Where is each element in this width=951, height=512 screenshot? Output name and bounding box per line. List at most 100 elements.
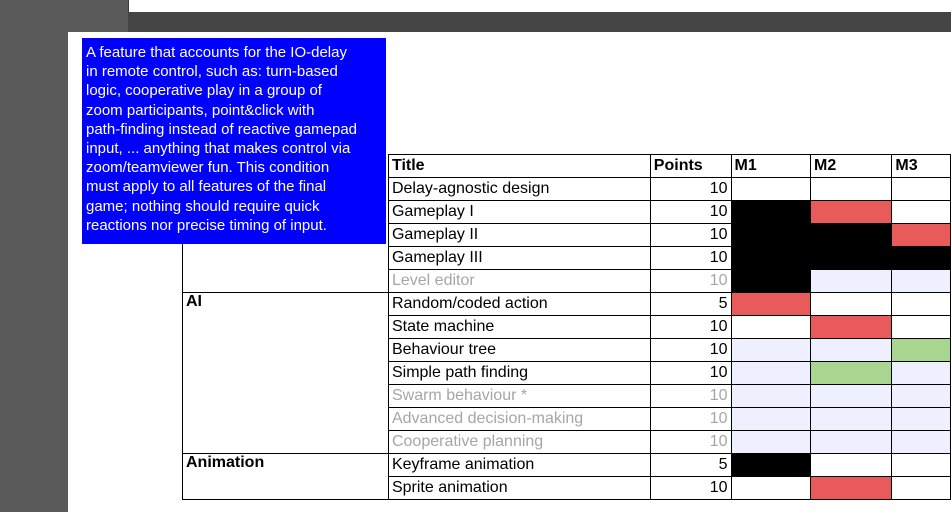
header-m1[interactable]: M1 xyxy=(730,154,812,178)
milestone-1-cell[interactable] xyxy=(730,246,812,270)
points-cell[interactable]: 5 xyxy=(649,292,732,316)
milestone-1-cell[interactable] xyxy=(730,430,812,454)
category-cell[interactable] xyxy=(182,384,389,408)
milestone-3-cell[interactable] xyxy=(891,223,951,247)
milestone-2-cell[interactable] xyxy=(810,200,893,224)
title-cell[interactable]: Behaviour tree xyxy=(387,338,651,362)
points-cell[interactable]: 10 xyxy=(649,246,732,270)
milestone-2-cell[interactable] xyxy=(810,407,893,431)
header-title[interactable]: Title xyxy=(387,154,651,178)
tooltip-line: must apply to all features of the final xyxy=(86,178,327,196)
title-cell[interactable]: Simple path finding xyxy=(387,361,651,385)
milestone-1-cell[interactable] xyxy=(730,338,812,362)
tooltip-line: reactions nor precise timing of input. xyxy=(86,216,327,234)
table-row: Swarm behaviour * 10 xyxy=(182,384,951,408)
points-cell[interactable]: 10 xyxy=(649,430,732,454)
points-cell[interactable]: 10 xyxy=(649,384,732,408)
milestone-3-cell[interactable] xyxy=(891,361,951,385)
title-cell[interactable]: Gameplay III xyxy=(387,246,651,270)
header-m2[interactable]: M2 xyxy=(810,154,893,178)
points-cell[interactable]: 10 xyxy=(649,315,732,339)
milestone-3-cell[interactable] xyxy=(891,292,951,316)
milestone-2-cell[interactable] xyxy=(810,246,893,270)
milestone-1-cell[interactable] xyxy=(730,361,812,385)
tooltip-line: zoom participants, point&click with xyxy=(86,101,315,119)
category-cell[interactable] xyxy=(182,246,389,270)
title-cell[interactable]: Delay-agnostic design xyxy=(387,177,651,201)
milestone-3-cell[interactable] xyxy=(891,453,951,477)
milestone-2-cell[interactable] xyxy=(810,384,893,408)
milestone-2-cell[interactable] xyxy=(810,177,893,201)
table-row: Level editor 10 xyxy=(182,269,951,293)
milestone-3-cell[interactable] xyxy=(891,430,951,454)
milestone-1-cell[interactable] xyxy=(730,177,812,201)
milestone-1-cell[interactable] xyxy=(730,407,812,431)
points-cell[interactable]: 10 xyxy=(649,407,732,431)
milestone-3-cell[interactable] xyxy=(891,384,951,408)
points-cell[interactable]: 10 xyxy=(649,476,732,500)
milestone-3-cell[interactable] xyxy=(891,246,951,270)
table-row: Simple path finding 10 xyxy=(182,361,951,385)
title-cell[interactable]: Level editor xyxy=(387,269,651,293)
milestone-1-cell[interactable] xyxy=(730,200,812,224)
milestone-2-cell[interactable] xyxy=(810,269,893,293)
tooltip-line: path-finding instead of reactive gamepad xyxy=(86,120,358,138)
points-cell[interactable]: 10 xyxy=(649,338,732,362)
milestone-3-cell[interactable] xyxy=(891,407,951,431)
milestone-1-cell[interactable] xyxy=(730,292,812,316)
category-cell[interactable] xyxy=(182,338,389,362)
tooltip-line: zoom/teamviewer fun. This condition xyxy=(86,159,330,177)
header-m3[interactable]: M3 xyxy=(891,154,951,178)
category-cell[interactable] xyxy=(182,361,389,385)
category-cell[interactable] xyxy=(182,269,389,293)
milestone-3-cell[interactable] xyxy=(891,315,951,339)
milestone-2-cell[interactable] xyxy=(810,223,893,247)
title-cell[interactable]: Random/coded action xyxy=(387,292,651,316)
milestone-2-cell[interactable] xyxy=(810,292,893,316)
milestone-1-cell[interactable] xyxy=(730,476,812,500)
title-cell[interactable]: Gameplay I xyxy=(387,200,651,224)
milestone-1-cell[interactable] xyxy=(730,384,812,408)
title-cell[interactable]: Swarm behaviour * xyxy=(387,384,651,408)
description-tooltip: A feature that accounts for the IO-delay… xyxy=(82,38,386,244)
milestone-2-cell[interactable] xyxy=(810,430,893,454)
points-cell[interactable]: 5 xyxy=(649,453,732,477)
category-cell[interactable] xyxy=(182,476,389,500)
milestone-1-cell[interactable] xyxy=(730,453,812,477)
milestone-1-cell[interactable] xyxy=(730,223,812,247)
category-cell[interactable] xyxy=(182,315,389,339)
milestone-2-cell[interactable] xyxy=(810,453,893,477)
milestone-1-cell[interactable] xyxy=(730,269,812,293)
table-row: Animation Keyframe animation 5 xyxy=(182,453,951,477)
milestone-3-cell[interactable] xyxy=(891,200,951,224)
title-cell[interactable]: Keyframe animation xyxy=(387,453,651,477)
table-row: AI Random/coded action 5 xyxy=(182,292,951,316)
milestone-2-cell[interactable] xyxy=(810,361,893,385)
milestone-2-cell[interactable] xyxy=(810,338,893,362)
title-cell[interactable]: Cooperative planning xyxy=(387,430,651,454)
milestone-3-cell[interactable] xyxy=(891,338,951,362)
points-cell[interactable]: 10 xyxy=(649,361,732,385)
header-points[interactable]: Points xyxy=(649,154,732,178)
points-cell[interactable]: 10 xyxy=(649,177,732,201)
table-row: Behaviour tree 10 xyxy=(182,338,951,362)
points-cell[interactable]: 10 xyxy=(649,223,732,247)
title-cell[interactable]: Sprite animation xyxy=(387,476,651,500)
milestone-3-cell[interactable] xyxy=(891,177,951,201)
milestone-2-cell[interactable] xyxy=(810,315,893,339)
category-cell[interactable]: AI xyxy=(182,292,389,316)
tooltip-line: logic, cooperative play in a group of xyxy=(86,82,322,100)
category-cell[interactable] xyxy=(182,430,389,454)
table-row: Advanced decision-making 10 xyxy=(182,407,951,431)
milestone-2-cell[interactable] xyxy=(810,476,893,500)
points-cell[interactable]: 10 xyxy=(649,200,732,224)
milestone-3-cell[interactable] xyxy=(891,269,951,293)
title-cell[interactable]: State machine xyxy=(387,315,651,339)
milestone-3-cell[interactable] xyxy=(891,476,951,500)
category-cell[interactable]: Animation xyxy=(182,453,389,477)
milestone-1-cell[interactable] xyxy=(730,315,812,339)
points-cell[interactable]: 10 xyxy=(649,269,732,293)
category-cell[interactable] xyxy=(182,407,389,431)
title-cell[interactable]: Advanced decision-making xyxy=(387,407,651,431)
title-cell[interactable]: Gameplay II xyxy=(387,223,651,247)
